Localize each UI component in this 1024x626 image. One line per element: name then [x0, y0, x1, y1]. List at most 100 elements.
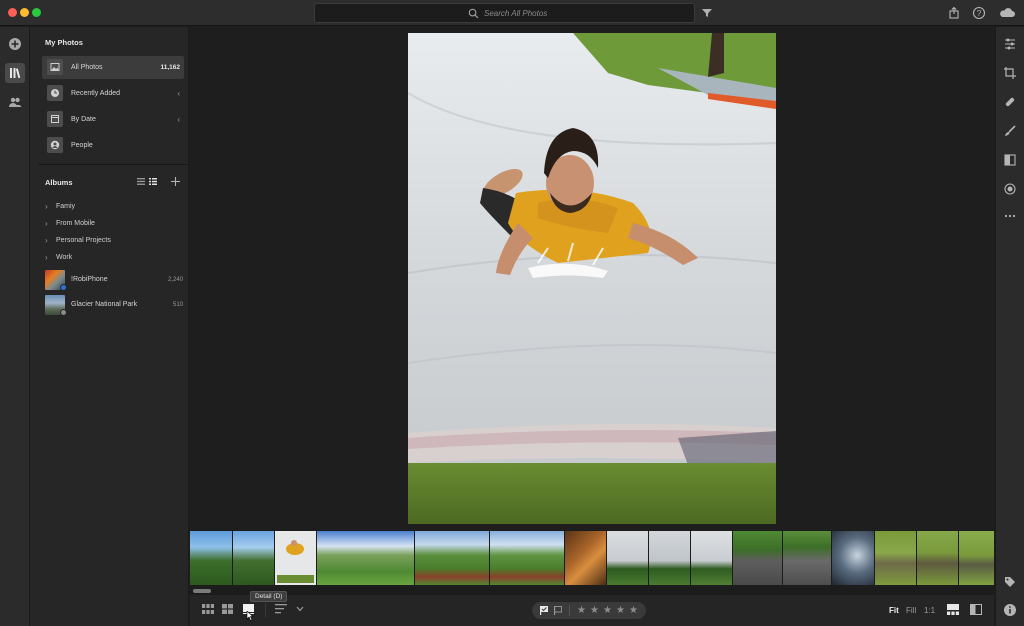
minimize-window-button[interactable] [20, 8, 29, 17]
chevron-right-icon[interactable]: › [45, 253, 48, 262]
nav-people[interactable]: People [42, 134, 184, 157]
divider [38, 164, 189, 165]
filmstrip-thumbnail[interactable] [317, 531, 414, 585]
main-photo[interactable] [408, 33, 776, 524]
filmstrip-thumbnail[interactable] [415, 531, 489, 585]
sort-icon[interactable] [275, 604, 287, 614]
edit-tools-panel [995, 27, 1024, 626]
album-count: 2,240 [167, 277, 183, 283]
library-button[interactable] [5, 63, 25, 83]
filmstrip-thumbnail[interactable] [783, 531, 831, 585]
close-window-button[interactable] [8, 8, 17, 17]
gradient-icon[interactable] [1003, 153, 1017, 167]
bottom-toolbar: ★ ★ ★ ★ ★ Fit Fill 1:1 [190, 595, 994, 626]
radial-icon[interactable] [1003, 182, 1017, 196]
photo-icon [47, 59, 63, 75]
filmstrip-thumbnail[interactable] [490, 531, 564, 585]
more-icon[interactable] [1003, 209, 1017, 223]
shared-button[interactable] [5, 92, 25, 112]
reject-flag-icon[interactable] [554, 606, 564, 615]
filmstrip-thumbnail[interactable] [190, 531, 232, 585]
filmstrip-thumbnail[interactable] [565, 531, 606, 585]
healing-icon[interactable] [1003, 95, 1017, 109]
info-icon[interactable] [1003, 603, 1017, 617]
brush-icon[interactable] [1003, 124, 1017, 138]
nav-by-date[interactable]: By Date ‹ [42, 108, 184, 131]
crop-icon[interactable] [1003, 66, 1017, 80]
filmstrip-toggle-icon[interactable] [947, 604, 959, 615]
filmstrip-scrollbar[interactable] [190, 587, 994, 595]
add-album-icon[interactable] [171, 177, 180, 186]
filmstrip [190, 530, 994, 586]
chevron-right-icon[interactable]: › [45, 219, 48, 228]
square-grid-icon[interactable] [202, 604, 214, 614]
nav-label: Recently Added [71, 90, 121, 97]
album-robiphone[interactable]: !RobiPhone 2,240 [45, 270, 183, 291]
album-folder-label: From Mobile [56, 220, 95, 227]
chevron-left-icon[interactable]: ‹ [177, 115, 180, 124]
cloud-sync-icon[interactable] [998, 6, 1016, 20]
star-rating-2[interactable]: ★ [590, 605, 599, 616]
filmstrip-thumbnail[interactable] [649, 531, 690, 585]
filmstrip-thumbnail[interactable] [691, 531, 732, 585]
nav-all-photos[interactable]: All Photos 11,162 [42, 56, 184, 79]
chevron-right-icon[interactable]: › [45, 236, 48, 245]
filmstrip-thumbnail[interactable] [832, 531, 874, 585]
add-photos-icon [9, 38, 21, 50]
filter-icon[interactable] [700, 6, 714, 20]
title-bar: Search All Photos ? [0, 0, 1024, 26]
filmstrip-thumbnail[interactable] [875, 531, 916, 585]
lightroom-window: Search All Photos ? My Photos All Photos… [0, 0, 1024, 626]
nav-recently-added[interactable]: Recently Added ‹ [42, 82, 184, 105]
photo-grid-icon[interactable] [222, 604, 233, 614]
zoom-fill-button[interactable]: Fill [906, 606, 916, 615]
chevron-right-icon[interactable]: › [45, 202, 48, 211]
clock-icon [47, 85, 63, 101]
filmstrip-thumbnail-selected[interactable] [275, 531, 316, 585]
detail-view [190, 27, 994, 530]
library-icon [10, 68, 21, 79]
filmstrip-thumbnail[interactable] [959, 531, 994, 585]
help-icon[interactable]: ? [972, 6, 986, 20]
share-icon[interactable] [947, 6, 961, 20]
divider [569, 605, 570, 616]
zoom-fit-button[interactable]: Fit [889, 606, 899, 615]
left-rail [0, 27, 30, 626]
star-rating-4[interactable]: ★ [616, 605, 625, 616]
detailed-list-icon[interactable] [149, 178, 157, 185]
search-icon [468, 8, 479, 19]
mouse-cursor-icon [246, 611, 254, 621]
star-rating-1[interactable]: ★ [577, 605, 586, 616]
photo-count: 11,162 [160, 64, 180, 71]
pick-flag-icon[interactable] [540, 606, 550, 615]
edit-sliders-icon[interactable] [1003, 37, 1017, 51]
compare-view-icon[interactable] [970, 604, 982, 615]
list-view-icon[interactable] [137, 178, 145, 185]
filmstrip-thumbnail[interactable] [733, 531, 782, 585]
my-photos-heading: My Photos [45, 38, 83, 47]
add-photos-button[interactable] [5, 34, 25, 54]
filmstrip-thumbnail[interactable] [917, 531, 958, 585]
filmstrip-thumbnail[interactable] [233, 531, 274, 585]
star-rating-5[interactable]: ★ [629, 605, 638, 616]
star-rating-3[interactable]: ★ [603, 605, 612, 616]
scrollbar-thumb[interactable] [193, 589, 211, 593]
zoom-window-button[interactable] [32, 8, 41, 17]
svg-text:?: ? [977, 9, 982, 18]
zoom-1to1-button[interactable]: 1:1 [924, 606, 935, 615]
selected-thumbnail-image [275, 540, 316, 585]
detail-tooltip: Detail (D) [250, 591, 288, 602]
toolbar-divider [265, 603, 266, 617]
search-field[interactable]: Search All Photos [314, 3, 695, 23]
filmstrip-thumbnail[interactable] [607, 531, 648, 585]
chevron-left-icon[interactable]: ‹ [177, 89, 180, 98]
nav-label: By Date [71, 116, 96, 123]
album-glacier[interactable]: Glacier National Park 510 [45, 295, 183, 316]
album-folder-label: Famiy [56, 203, 76, 210]
album-count: 510 [172, 302, 183, 308]
album-label: !RobiPhone [71, 276, 108, 283]
chevron-down-icon[interactable] [296, 606, 304, 612]
people-shared-icon [9, 97, 22, 107]
tag-icon[interactable] [1003, 575, 1017, 589]
albums-heading: Albums [45, 178, 73, 187]
